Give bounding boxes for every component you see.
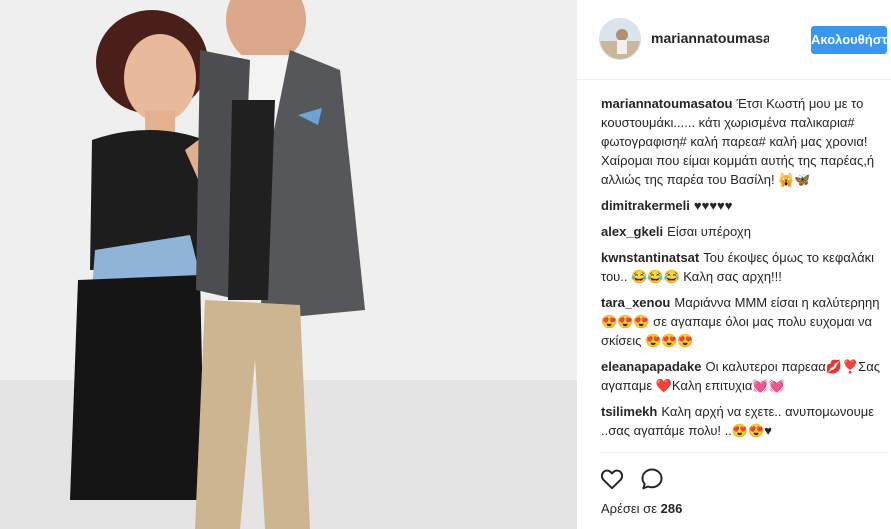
avatar-image: [600, 19, 640, 59]
photo-illustration: [0, 0, 577, 529]
comment-username[interactable]: dimitrakermeli: [601, 198, 690, 213]
comment-bubble-icon[interactable]: [639, 466, 665, 492]
header-username[interactable]: mariannatoumasatou: [651, 30, 769, 46]
list-item: dimitrakermeli ♥♥♥♥♥: [601, 196, 889, 215]
post-photo: [0, 0, 577, 529]
post-side-panel: mariannatoumasatou Ακολουθήστε mariannat…: [577, 0, 891, 529]
avatar[interactable]: [599, 18, 641, 60]
comment-username[interactable]: mariannatoumasatou: [601, 96, 732, 111]
post-header: mariannatoumasatou Ακολουθήστε: [577, 0, 891, 80]
list-item: eleanapapadake Οι καλυτεροι παρεαα💋❣️Σας …: [601, 357, 889, 395]
likes-label: Αρέσει σε: [601, 501, 657, 516]
list-item: kwnstantinatsat Του έκοψες όμως το κεφαλά…: [601, 248, 889, 286]
comment-username[interactable]: tsilimekh: [601, 404, 657, 419]
comments-list: mariannatoumasatou Έτσι Κωστή μου με το κ…: [601, 94, 889, 447]
list-item: tara_xenou Μαριάννα ΜΜΜ είσαι η καλύτερηη…: [601, 293, 889, 350]
comment-username[interactable]: kwnstantinatsat: [601, 250, 699, 265]
comment-text: ♥♥♥♥♥: [693, 198, 733, 213]
comment-username[interactable]: eleanapapadake: [601, 359, 701, 374]
divider: [599, 452, 889, 453]
comment-text: Είσαι υπέροχη: [667, 224, 751, 239]
list-item: alex_gkeli Είσαι υπέροχη: [601, 222, 889, 241]
follow-button[interactable]: Ακολουθήστε: [811, 26, 887, 54]
comment-username[interactable]: alex_gkeli: [601, 224, 663, 239]
comment-username[interactable]: tara_xenou: [601, 295, 670, 310]
list-item: tsilimekh Καλη αρχή να εχετε.. ανυπομωνου…: [601, 402, 889, 440]
likes-summary[interactable]: Αρέσει σε 286: [601, 501, 682, 516]
list-item: mariannatoumasatou Έτσι Κωστή μου με το κ…: [601, 94, 889, 189]
heart-outline-icon[interactable]: [599, 466, 625, 492]
likes-count: 286: [660, 501, 683, 516]
